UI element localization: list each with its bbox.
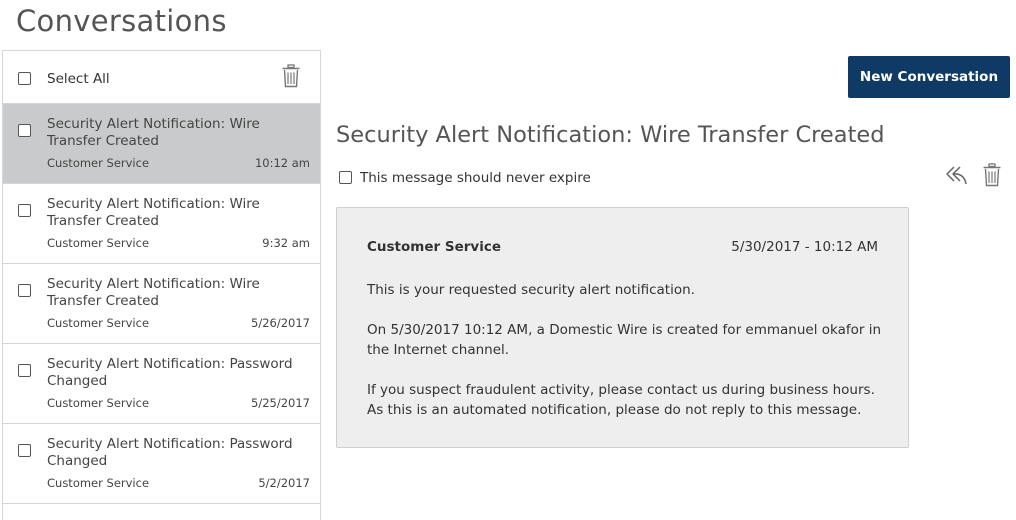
message-paragraph: On 5/30/2017 10:12 AM, a Domestic Wire i…: [367, 322, 882, 358]
conversation-item[interactable]: Security Alert Notification: Wire Transf…: [3, 104, 320, 184]
conversation-time: 10:12 am: [254, 156, 310, 170]
conversation-checkbox[interactable]: [18, 364, 31, 377]
conversation-checkbox[interactable]: [18, 124, 31, 137]
conversation-sidebar: Select All Security Alert Notification: …: [2, 50, 321, 520]
trash-icon[interactable]: [281, 64, 301, 88]
new-conversation-button[interactable]: New Conversation: [848, 56, 1010, 98]
select-all-row: Select All: [3, 51, 320, 104]
reply-icon[interactable]: [944, 163, 970, 187]
conversation-subject: Security Alert Notification: Password Ch…: [47, 356, 293, 389]
message-sender: Customer Service: [367, 239, 501, 255]
conversation-sender: Customer Service: [47, 396, 150, 410]
conversation-item[interactable]: Security Alert Notification: Password Ch…: [3, 424, 320, 504]
conversation-sender: Customer Service: [47, 156, 150, 170]
conversation-time: 5/25/2017: [251, 396, 310, 410]
conversation-checkbox[interactable]: [18, 444, 31, 457]
conversation-checkbox[interactable]: [18, 284, 31, 297]
message-card: Customer Service 5/30/2017 - 10:12 AM Th…: [336, 207, 909, 448]
conversation-item[interactable]: Security Alert Notification: Wire Transf…: [3, 184, 320, 264]
message-paragraph: This is your requested security alert no…: [367, 282, 695, 298]
message-subject: Security Alert Notification: Wire Transf…: [336, 122, 885, 148]
conversation-sender: Customer Service: [47, 236, 150, 250]
trash-icon[interactable]: [982, 163, 1002, 187]
conversation-item[interactable]: Security Alert Notification: Password Ch…: [3, 344, 320, 424]
select-all-checkbox[interactable]: [18, 72, 31, 85]
conversation-time: 9:32 am: [262, 236, 310, 250]
conversation-subject: Security Alert Notification: Wire Transf…: [47, 116, 260, 149]
conversation-subject: Security Alert Notification: Wire Transf…: [47, 276, 260, 309]
message-paragraph: If you suspect fraudulent activity, plea…: [367, 382, 875, 418]
page-title: Conversations: [16, 4, 227, 38]
message-body: This is your requested security alert no…: [367, 280, 882, 440]
select-all-label[interactable]: Select All: [47, 71, 110, 87]
message-date: 5/30/2017 - 10:12 AM: [731, 239, 878, 255]
conversation-subject: Security Alert Notification: Password Ch…: [47, 436, 293, 469]
conversation-subject: Security Alert Notification: Wire Transf…: [47, 196, 260, 229]
conversation-time: 5/26/2017: [251, 316, 310, 330]
conversation-sender: Customer Service: [47, 476, 150, 490]
conversation-time: 5/2/2017: [258, 476, 310, 490]
conversation-item[interactable]: Security Alert Notification: Wire Transf…: [3, 264, 320, 344]
conversation-list: Security Alert Notification: Wire Transf…: [3, 104, 320, 504]
conversation-checkbox[interactable]: [18, 204, 31, 217]
never-expire-label[interactable]: This message should never expire: [360, 170, 591, 186]
conversation-sender: Customer Service: [47, 316, 150, 330]
never-expire-checkbox[interactable]: [339, 171, 352, 184]
